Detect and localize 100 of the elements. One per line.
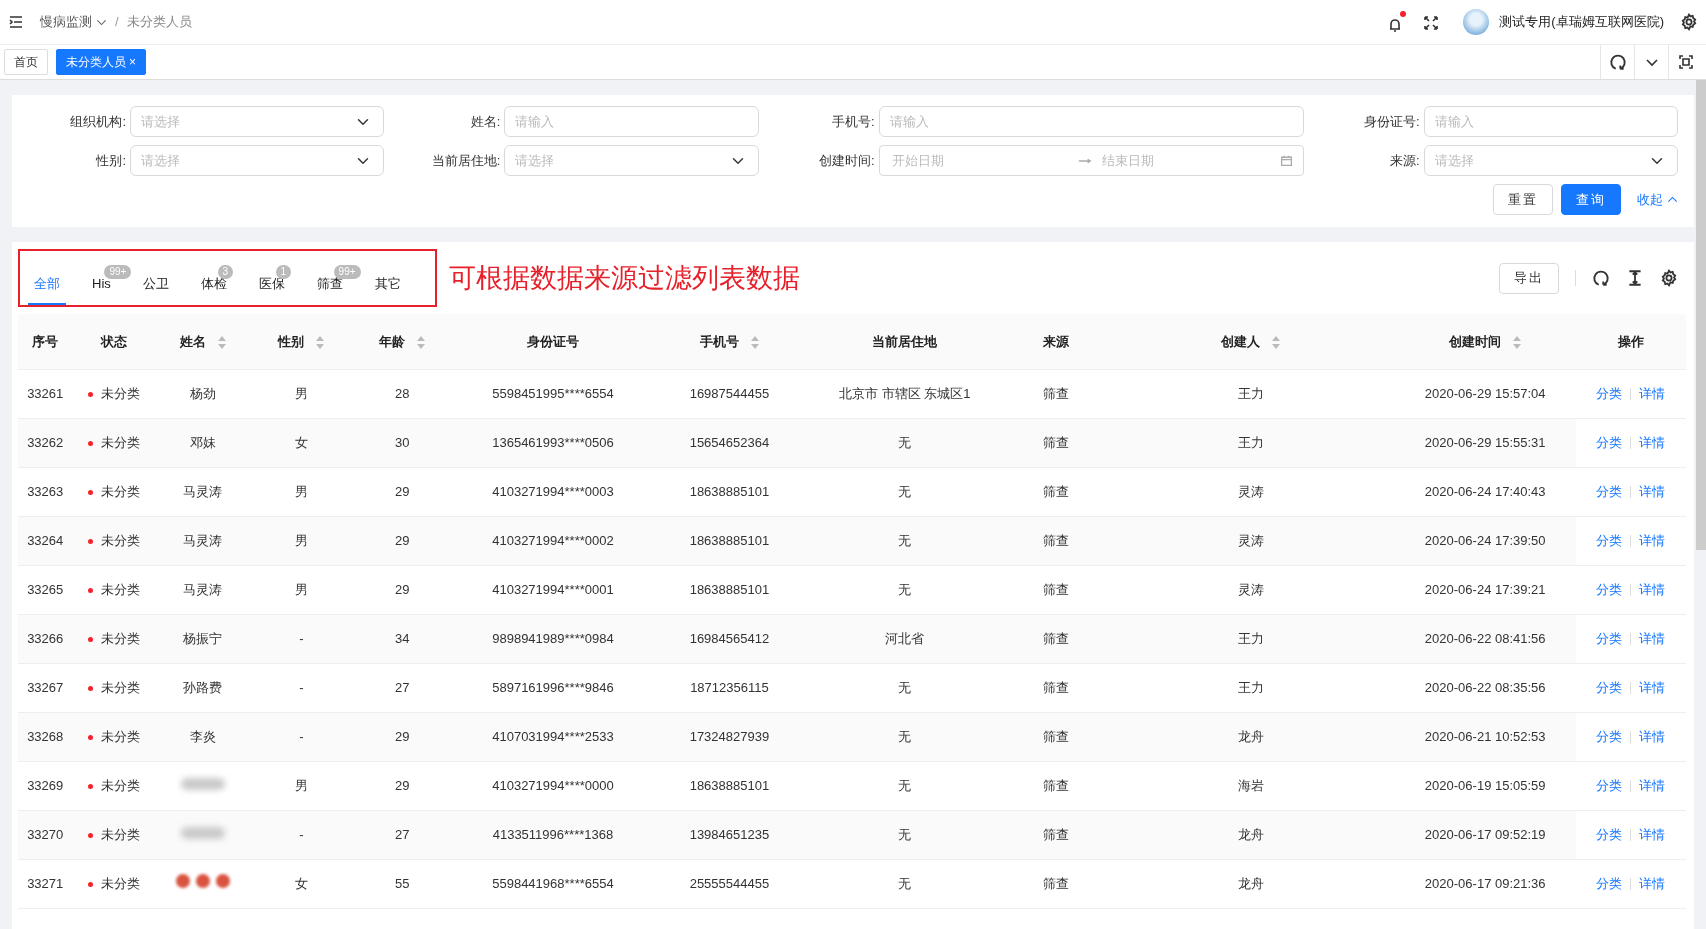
column-header[interactable]: 手机号 (699, 333, 739, 349)
status-dot (87, 489, 93, 495)
table-cell: 筛查 (1043, 777, 1070, 793)
fullscreen-icon[interactable] (1423, 14, 1440, 31)
table-cell: 筛查 (1043, 385, 1070, 401)
status-dot (87, 783, 93, 789)
table-cell: 无 (898, 483, 912, 499)
table-cell: 龙舟 (1237, 826, 1264, 842)
action-link[interactable]: 分类 (1596, 826, 1623, 842)
status-text: 未分类 (100, 483, 140, 499)
count-badge: 99+ (104, 264, 132, 279)
status-text: 未分类 (100, 826, 140, 842)
chevron-up-icon[interactable] (1667, 194, 1678, 205)
action-link[interactable]: 分类 (1596, 679, 1623, 695)
export-button[interactable]: 导出 (1499, 262, 1559, 294)
action-link[interactable]: 详情 (1639, 728, 1666, 744)
status-dot (87, 832, 93, 838)
table-cell: 无 (898, 728, 912, 744)
row-height-icon[interactable] (1626, 269, 1644, 287)
status-dot (87, 391, 93, 397)
action-link[interactable]: 详情 (1639, 875, 1666, 891)
action-link[interactable]: 详情 (1639, 483, 1666, 499)
action-link[interactable]: 详情 (1639, 630, 1666, 646)
action-link[interactable]: 分类 (1596, 630, 1623, 646)
settings-icon[interactable] (1680, 13, 1698, 31)
action-link[interactable]: 详情 (1639, 679, 1666, 695)
action-link[interactable]: 分类 (1596, 385, 1623, 401)
field-label: 创建时间: (818, 151, 876, 170)
column-header[interactable]: 创建时间 (1449, 333, 1502, 349)
table-cell: 男 (294, 777, 308, 793)
table-cell: - (299, 826, 304, 842)
date-range-field[interactable]: 开始日期 结束日期 (878, 145, 1304, 176)
action-link[interactable]: 分类 (1596, 483, 1623, 499)
table-cell: 灵涛 (1237, 581, 1264, 597)
action-link[interactable]: 详情 (1639, 385, 1666, 401)
action-link[interactable]: 详情 (1639, 826, 1666, 842)
user-name[interactable]: 测试专用(卓瑞姆互联网医院) (1499, 12, 1664, 32)
notification-bell-icon[interactable] (1387, 14, 1404, 30)
table-cell: 灵涛 (1237, 483, 1264, 499)
action-link[interactable]: 详情 (1639, 581, 1666, 597)
input-field[interactable]: 请输入 (878, 106, 1304, 137)
table-cell: 2020-06-17 09:52:19 (1424, 826, 1546, 842)
close-icon[interactable]: × (129, 55, 136, 69)
table-cell: 筛查 (1043, 532, 1070, 548)
settings-icon[interactable] (1660, 269, 1678, 287)
count-badge: 1 (275, 264, 292, 279)
action-link[interactable]: 详情 (1639, 777, 1666, 793)
reset-button[interactable]: 重置 (1493, 184, 1553, 215)
action-link[interactable]: 分类 (1596, 777, 1623, 793)
action-link[interactable]: 分类 (1596, 532, 1623, 548)
status-text: 未分类 (100, 777, 140, 793)
table-cell: 王力 (1237, 385, 1264, 401)
table-cell: 18712356115 (690, 679, 769, 695)
column-header[interactable]: 姓名 (179, 333, 206, 349)
table-cell: 17324827939 (689, 728, 770, 744)
source-tab[interactable]: 其它 (368, 273, 407, 305)
table-cell: 27 (394, 679, 410, 695)
input-field[interactable]: 请输入 (1423, 106, 1678, 137)
menu-icon[interactable] (8, 14, 24, 30)
scrollbar[interactable] (1696, 80, 1706, 550)
column-header[interactable]: 创建人 (1221, 333, 1261, 349)
column-header: 状态 (100, 333, 127, 349)
table-cell: 筛查 (1043, 483, 1070, 499)
table-cell: 33263 (27, 483, 64, 499)
table-cell: 男 (294, 532, 308, 548)
action-link[interactable]: 详情 (1639, 434, 1666, 450)
action-link[interactable]: 分类 (1596, 875, 1623, 891)
input-field[interactable]: 请输入 (504, 106, 759, 137)
table-cell: 33271 (27, 875, 64, 891)
table-cell: 2020-06-22 08:41:56 (1424, 630, 1546, 646)
source-tab[interactable]: 全部 (28, 273, 66, 305)
column-header[interactable]: 性别 (278, 333, 305, 349)
breadcrumb-item[interactable]: 慢病监测 (40, 12, 107, 32)
breadcrumb-separator: / (115, 13, 119, 32)
maximize-icon[interactable] (1677, 54, 1694, 70)
action-link[interactable]: 分类 (1596, 728, 1623, 744)
table-cell: 无 (898, 434, 912, 450)
table-cell: 1365461993****0506 (492, 434, 614, 450)
action-link[interactable]: 分类 (1596, 434, 1623, 450)
field-label: 当前居住地: (430, 151, 502, 170)
page-tab[interactable]: 未分类人员 × (56, 49, 146, 75)
search-button[interactable]: 查询 (1561, 184, 1621, 215)
refresh-icon[interactable] (1608, 53, 1627, 71)
table-cell: 王力 (1237, 434, 1264, 450)
source-tab[interactable]: 公卫 (136, 273, 175, 305)
table-cell: 2020-06-17 09:21:36 (1424, 875, 1546, 891)
table-cell: 杨劲 (189, 385, 216, 401)
action-link[interactable]: 详情 (1639, 532, 1666, 548)
table-cell: 海岩 (1237, 777, 1264, 793)
breadcrumb-item[interactable]: 未分类人员 (126, 12, 192, 32)
table-cell: 33265 (27, 581, 64, 597)
collapse-link[interactable]: 收起 (1637, 189, 1678, 210)
action-link[interactable]: 分类 (1596, 581, 1623, 597)
table-cell: 30 (394, 434, 410, 450)
field-label: 身份证号: (1363, 112, 1421, 131)
page-tab[interactable]: 首页 (4, 49, 48, 75)
refresh-icon[interactable] (1592, 269, 1610, 287)
table-cell: 34 (394, 630, 410, 646)
table-cell: 13984651235 (689, 826, 770, 842)
column-header[interactable]: 年龄 (379, 333, 406, 349)
